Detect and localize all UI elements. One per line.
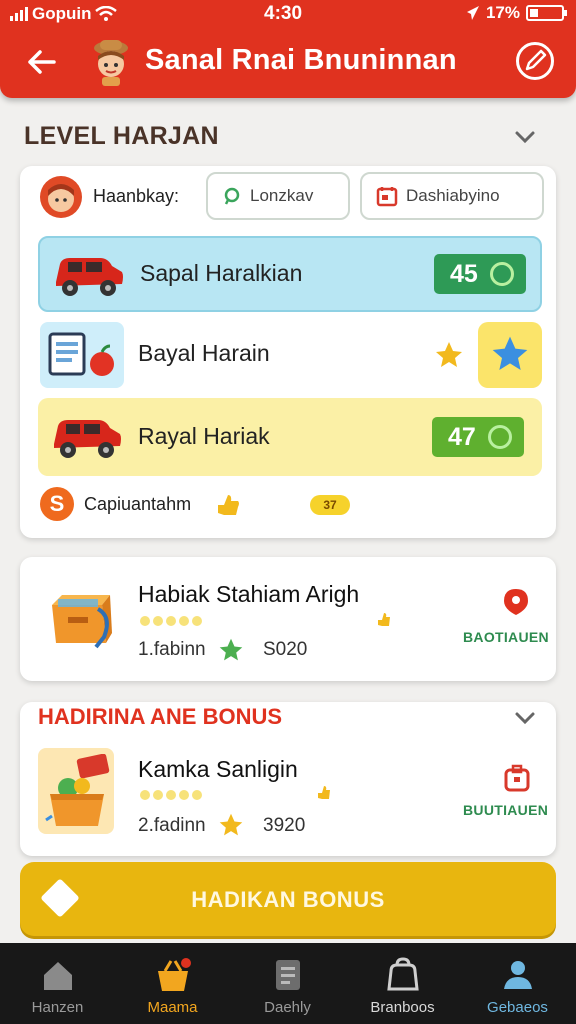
nav-item-home[interactable]: Hanzen (0, 943, 115, 1024)
pencil-icon (525, 49, 547, 71)
quest-card[interactable]: Habiak Stahiam Arigh 1.fabinn S020 BAOTI… (20, 557, 556, 681)
favorite-button[interactable] (478, 322, 542, 388)
blue-star-icon (492, 336, 528, 370)
quest-title: Kamka Sanligin (138, 756, 298, 782)
home-icon (44, 962, 72, 990)
nav-item-profile[interactable]: Gebaeos (460, 943, 575, 1024)
dropdown-2-value: Dashiabyino (406, 186, 500, 205)
quest-title: Habiak Stahiam Arigh (138, 581, 360, 607)
girl-face-icon (48, 184, 74, 212)
quest-meta-right: 3920 (263, 815, 306, 836)
nav-item-daily[interactable]: Daehly (230, 943, 345, 1024)
list-item[interactable]: Bayal Harain (38, 320, 542, 390)
quest-tag[interactable]: BUUTIAUEN (463, 802, 548, 818)
player-avatar (40, 176, 82, 218)
filter-label: Haanbkay: (93, 186, 180, 206)
small-thumb-icon (318, 786, 330, 799)
nav-item-quests[interactable]: Maama (115, 943, 230, 1024)
status-right: 17% (466, 3, 567, 23)
status-bar: Gopuin 4:30 17% (0, 0, 576, 26)
claim-bonus-button[interactable]: HADIKAN BONUS (20, 862, 556, 936)
wifi-icon (95, 6, 118, 21)
item-name: Rayal Hariak (138, 423, 270, 449)
quest-tag[interactable]: BAOTIAUEN (463, 629, 549, 645)
shield-icon (490, 262, 514, 286)
list-item[interactable]: Sapal Haralkian 45 (38, 236, 542, 312)
chevron-down-icon[interactable] (514, 126, 536, 148)
back-arrow-icon (28, 50, 56, 74)
battery-percent: 17% (485, 3, 520, 22)
nav-label: Hanzen (31, 999, 84, 1016)
list-item[interactable]: Rayal Hariak 47 (38, 398, 542, 476)
captain-label: Capiuantahm (84, 494, 192, 514)
basket-nav-icon (158, 958, 191, 991)
briefcase-icon (504, 764, 530, 792)
page-title: Sanal Rnai Bnuninnan (145, 44, 457, 76)
clock: 4:30 (264, 3, 303, 24)
score-badge: 47 (432, 417, 524, 457)
score-value: 45 (450, 259, 478, 288)
section-title-bonus: HADIRINA ANE BONUS (38, 704, 283, 729)
thumbs-up-icon (218, 495, 239, 515)
location-pin-red-icon (504, 589, 528, 615)
quest-meta-left: 2.fadinn (138, 815, 206, 836)
location-arrow-icon (466, 6, 479, 20)
green-star-icon (219, 638, 243, 661)
red-car-icon (54, 420, 121, 458)
basket-icon (45, 754, 110, 826)
profile-icon (504, 961, 532, 989)
filter-dropdown-1[interactable]: Lonzkav (206, 172, 350, 220)
captain-pill: 37 (310, 495, 350, 515)
location-pin-icon (224, 187, 240, 205)
red-car-icon (56, 258, 123, 296)
coin-icon: S (40, 487, 74, 521)
tablet-apple-icon (48, 332, 114, 376)
edit-button[interactable] (516, 42, 554, 80)
nav-label: Branboos (370, 999, 435, 1016)
gold-star-icon (219, 813, 243, 836)
small-thumb-icon (378, 613, 390, 626)
carrier-info: Gopuin (10, 4, 118, 24)
shield-icon (488, 425, 512, 449)
filter-row: Haanbkay: Lonzkav Dashiabyino (40, 172, 544, 220)
chevron-down-icon[interactable] (514, 707, 536, 729)
calendar-icon (376, 187, 398, 207)
bag-icon (387, 957, 419, 991)
quest-meta-left: 1.fabinn (138, 639, 206, 660)
dropdown-1-value: Lonzkav (250, 186, 314, 205)
explorer-avatar-icon (94, 40, 128, 86)
quest-meta-right: S020 (263, 639, 308, 660)
basket-thumb (38, 748, 114, 834)
rating-dots (140, 616, 202, 626)
section-title-level: LEVEL HARJAN (24, 122, 219, 150)
document-icon (276, 960, 300, 990)
score-value: 47 (448, 422, 476, 451)
battery-icon (526, 5, 567, 21)
score-badge: 45 (434, 254, 526, 294)
item-name: Sapal Haralkian (140, 260, 303, 286)
carrier-name: Gopuin (32, 4, 92, 23)
filter-dropdown-2[interactable]: Dashiabyino (360, 172, 544, 220)
back-button[interactable] (24, 44, 60, 80)
item-name: Bayal Harain (138, 340, 270, 366)
nav-label: Daehly (264, 999, 311, 1016)
rating-dots (140, 790, 202, 800)
bottom-nav: Hanzen Maama Daehly Branboos Gebaeos (0, 943, 576, 1024)
nav-label: Maama (147, 999, 198, 1016)
item-thumb (40, 322, 124, 388)
claim-bonus-label: HADIKAN BONUS (191, 887, 385, 912)
nav-item-bag[interactable]: Branboos (345, 943, 460, 1024)
crate-icon (52, 595, 112, 649)
quest-card[interactable]: Kamka Sanligin 2.fadinn 3920 BUUTIAUEN (20, 740, 556, 850)
nav-label: Gebaeos (487, 999, 548, 1016)
app-header: Gopuin 4:30 17% Sanal Rnai Bnuninnan (0, 0, 576, 98)
gold-star-icon (436, 342, 462, 367)
signal-icon (10, 7, 28, 21)
